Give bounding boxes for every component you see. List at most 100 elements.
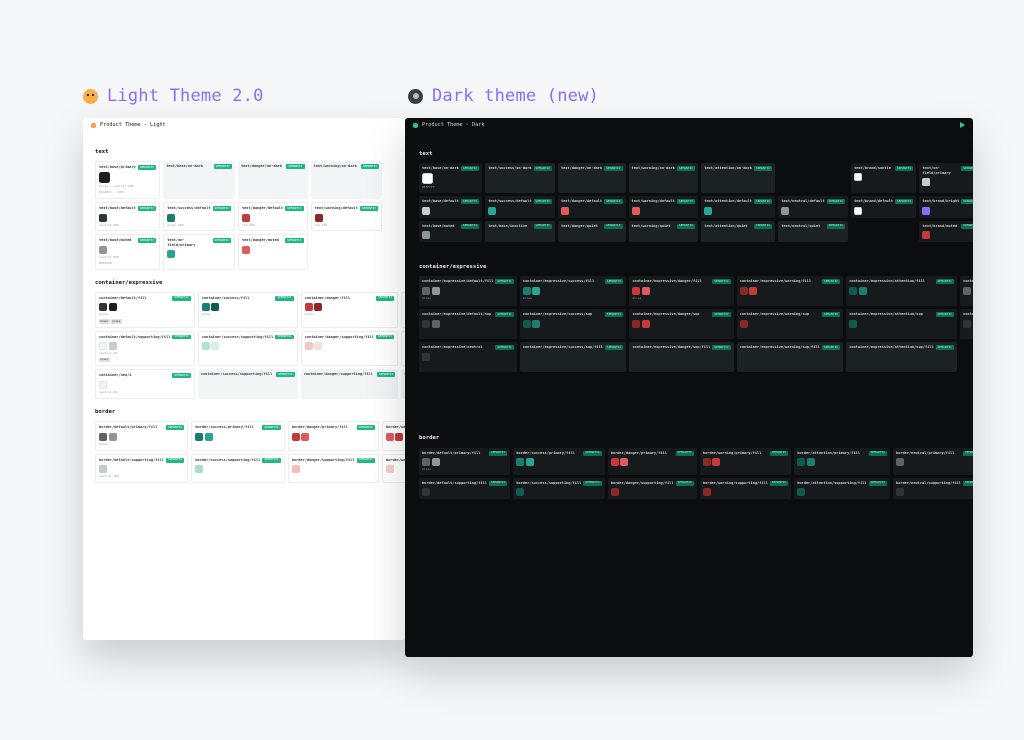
panel-dark-title: Product Theme - Dark (422, 122, 484, 129)
token-card[interactable]: container/expressive/default/supSEMANTIC (419, 309, 517, 339)
token-card[interactable]: text/base/defaultSEMANTIC neutral-800 (95, 202, 160, 231)
token-card[interactable]: text/neutral/defaultSEMANTIC (778, 196, 848, 217)
token-card[interactable]: container/expressive/neutral/sup/quietSE… (960, 309, 973, 339)
token-card[interactable]: container/expressive/warning/sup/fillSEM… (737, 342, 844, 372)
token-card[interactable]: text/warning/defaultSEMANTIC (629, 196, 699, 217)
token-card[interactable]: text/danger/quietSEMANTIC (558, 221, 626, 242)
token-card[interactable]: container/neu/1SEMANTIC neutral-25 (95, 369, 195, 399)
token-card[interactable]: container/expressive/danger/sup/fillSEMA… (629, 342, 733, 372)
token-card[interactable]: text/brand/subtleSEMANTIC (851, 163, 916, 193)
panel-light-icon (91, 123, 96, 128)
token-card[interactable]: text/base/inactiveSEMANTIC (485, 221, 555, 242)
token-card[interactable]: border/danger/supporting/fillSEMANTIC (288, 454, 379, 483)
panel-dark[interactable]: Product Theme - Dark text text/base/on-d… (405, 118, 973, 657)
token-card[interactable]: container/expressive/attention/supSEMANT… (846, 309, 957, 339)
token-card[interactable]: container/expressive/attention/fillSEMAN… (846, 276, 957, 306)
token-card[interactable]: container/default/fillSEMANTIC Alias hov… (95, 292, 195, 328)
token-card[interactable]: container/default/supporting/fillSEMANTI… (95, 331, 195, 367)
dark-section-text: text (419, 151, 959, 158)
panel-dark-icon (413, 123, 418, 128)
token-card[interactable]: container/expressive/warning/supSEMANTIC (737, 309, 844, 339)
token-card[interactable]: text/success/defaultSEMANTIC green-600 (163, 202, 235, 231)
token-card[interactable]: container/expressive/attention/sup/fillS… (846, 342, 957, 372)
heading-light-text: Light Theme 2.0 (107, 86, 264, 106)
token-card[interactable]: container/expressive/success/fillSEMANTI… (520, 276, 627, 306)
token-card[interactable]: text/brand/brightSEMANTIC (919, 196, 973, 217)
token-card[interactable]: text/warning/on-darkSEMANTIC (629, 163, 699, 193)
section-border-title: border (95, 409, 393, 416)
token-card[interactable]: text/brand/defaultSEMANTIC (851, 196, 916, 217)
token-card[interactable]: container/danger/supporting/fillSEMANTIC (301, 369, 399, 399)
light-text-grid: text/base/primarySEMANTIC Alias • neutra… (95, 161, 393, 270)
token-card[interactable]: border/warning/primary/fillSEMANTIC (382, 421, 405, 450)
token-card[interactable]: container/success/supporting/fillSEMANTI… (198, 331, 298, 367)
token-card[interactable]: text/success/on-darkSEMANTIC (485, 163, 555, 193)
token-card[interactable]: text/danger/defaultSEMANTIC red-600 (238, 202, 308, 231)
token-card[interactable]: text/on-field/primarySEMANTIC (163, 234, 235, 269)
token-card[interactable]: border/warning/supporting/fillSEMANTIC (382, 454, 405, 483)
token-card[interactable]: text/warning/on-darkSEMANTIC (311, 161, 383, 199)
dark-ce-grid: container/expressive/default/fillSEMANTI… (419, 276, 973, 372)
token-card[interactable]: border/danger/primary/fillSEMANTIC (288, 421, 379, 450)
token-card[interactable]: text/success/defaultSEMANTIC (485, 196, 555, 217)
token-card[interactable]: border/default/supporting/fillSEMANTIC (419, 478, 510, 499)
panel-dark-header: Product Theme - Dark (405, 118, 973, 131)
token-card[interactable]: border/default/primary/fillSEMANTICAlias (419, 448, 510, 475)
token-card[interactable]: border/neutral/supporting/fillSEMANTIC (893, 478, 973, 499)
dark-text-grid: text/base/on-darkSEMANTIC #FFFFFF text/s… (419, 163, 959, 242)
token-card[interactable]: text/attention/defaultSEMANTIC (701, 196, 775, 217)
token-card[interactable]: text/base/mutedSEMANTIC neutral-500 #8F9… (95, 234, 160, 269)
token-card[interactable]: text/base/on-darkSEMANTIC (163, 161, 235, 199)
token-card[interactable]: text/attention/on-darkSEMANTIC (701, 163, 775, 193)
section-container-title: container/expressive (95, 280, 393, 287)
token-card[interactable]: container/success/fillSEMANTIC Alias (198, 292, 298, 328)
token-card[interactable]: border/success/supporting/fillSEMANTIC (191, 454, 284, 483)
play-icon[interactable] (960, 122, 965, 128)
token-card[interactable]: border/success/supporting/fillSEMANTIC (513, 478, 604, 499)
token-card[interactable]: container/expressive/neutral/fillSEMANTI… (960, 276, 973, 306)
dark-section-border: border (419, 435, 973, 442)
token-card[interactable]: text/brand/mutedSEMANTIC (919, 221, 973, 242)
token-card[interactable]: border/success/primary/fillSEMANTIC (191, 421, 284, 450)
panel-light-title: Product Theme - Light (100, 122, 166, 129)
token-card[interactable]: border/warning/primary/fillSEMANTIC (700, 448, 791, 475)
token-card[interactable]: text/danger/on-darkSEMANTIC (558, 163, 626, 193)
dark-border-grid: border/default/primary/fillSEMANTICAlias… (419, 448, 973, 500)
token-card[interactable]: border/warning/supporting/fillSEMANTIC (700, 478, 791, 499)
panel-light[interactable]: Product Theme - Light text text/base/pri… (83, 118, 405, 640)
token-card[interactable]: container/success/supporting/fillSEMANTI… (198, 369, 298, 399)
token-card[interactable]: border/success/primary/fillSEMANTIC (513, 448, 604, 475)
token-card[interactable]: border/danger/supporting/fillSEMANTIC (608, 478, 697, 499)
token-card[interactable]: border/attention/supporting/fillSEMANTIC (794, 478, 890, 499)
token-card[interactable]: text/on-field/primarySEMANTIC (919, 163, 973, 193)
token-card[interactable]: text/base/primarySEMANTIC Alias • neutra… (95, 161, 160, 199)
token-card[interactable]: border/neutral/primary/fillSEMANTIC (893, 448, 973, 475)
emoji-dark-icon (408, 89, 423, 104)
token-card[interactable]: text/danger/on-darkSEMANTIC (238, 161, 308, 199)
token-card[interactable]: text/warning/defaultSEMANTIC red-700 (311, 202, 383, 231)
token-card[interactable]: container/danger/fillSEMANTIC Alias (301, 292, 399, 328)
token-card[interactable]: text/base/on-darkSEMANTIC #FFFFFF (419, 163, 482, 193)
token-card[interactable]: text/danger/defaultSEMANTIC (558, 196, 626, 217)
token-card[interactable]: text/warning/quietSEMANTIC (629, 221, 699, 242)
token-card[interactable]: border/attention/primary/fillSEMANTIC (794, 448, 890, 475)
token-card[interactable]: container/expressive/neutralSEMANTIC (419, 342, 517, 372)
token-card[interactable]: text/neutral/quietSEMANTIC (778, 221, 848, 242)
token-card[interactable]: text/base/defaultSEMANTIC (419, 196, 482, 217)
token-card[interactable]: border/danger/primary/fillSEMANTIC (608, 448, 697, 475)
token-card[interactable]: container/expressive/danger/supSEMANTIC (629, 309, 733, 339)
heading-light: Light Theme 2.0 (83, 86, 264, 106)
token-card[interactable]: container/expressive/danger/fillSEMANTIC… (629, 276, 733, 306)
section-text-title: text (95, 149, 393, 156)
token-card[interactable]: text/attention/quietSEMANTIC (701, 221, 775, 242)
token-card[interactable]: border/default/primary/fillSEMANTIC Alia… (95, 421, 188, 450)
token-card[interactable]: container/expressive/warning/fillSEMANTI… (737, 276, 844, 306)
token-card[interactable]: container/expressive/default/fillSEMANTI… (419, 276, 517, 306)
token-card[interactable]: text/base/mutedSEMANTIC (419, 221, 482, 242)
token-card[interactable]: border/default/supporting/fillSEMANTIC n… (95, 454, 188, 483)
token-card[interactable]: text/danger/mutedSEMANTIC (238, 234, 308, 269)
token-card[interactable]: container/expressive/success/supSEMANTIC (520, 309, 627, 339)
token-card[interactable]: container/danger/supporting/fillSEMANTIC (301, 331, 399, 367)
heading-dark: Dark theme (new) (408, 86, 599, 106)
token-card[interactable]: container/expressive/success/sup/fillSEM… (520, 342, 627, 372)
